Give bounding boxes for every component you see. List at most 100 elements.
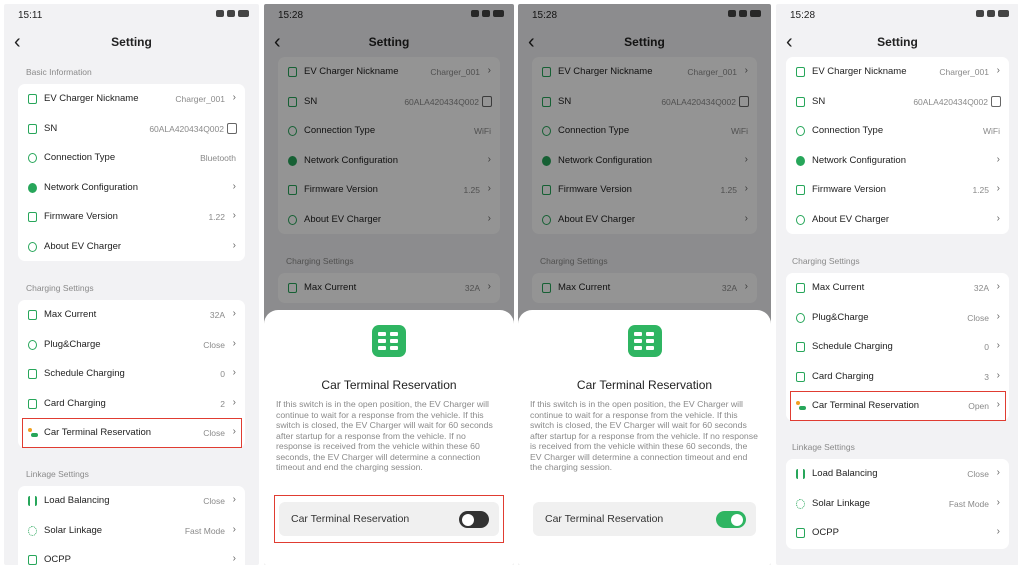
- row-max-current[interactable]: Max Current 32A ›: [786, 273, 1009, 303]
- load-balancing-icon: [796, 469, 805, 479]
- row-value: 2: [220, 398, 225, 409]
- row-schedule-charging[interactable]: Schedule Charging 0 ›: [786, 332, 1009, 362]
- row-network-configuration[interactable]: Network Configuration ›: [786, 146, 1009, 176]
- row-car-terminal-reservation[interactable]: Car Terminal Reservation Open ›: [786, 391, 1009, 421]
- chevron-right-icon: ›: [996, 340, 1000, 351]
- firmware-icon: [28, 212, 37, 222]
- row-label: Firmware Version: [812, 184, 886, 195]
- screen-reservation-dialog-on: 15:28 ‹ Setting EV Charger Nickname Charg…: [518, 4, 771, 565]
- row-value: Fast Mode: [948, 498, 989, 509]
- row-plug-charge[interactable]: Plug&Charge Close ›: [786, 303, 1009, 333]
- row-label: Connection Type: [44, 152, 116, 163]
- row-schedule-charging[interactable]: Schedule Charging 0 ›: [18, 359, 245, 389]
- chevron-right-icon: ›: [232, 494, 236, 505]
- row-label: SN: [44, 122, 58, 134]
- row-value: Close: [203, 428, 225, 438]
- status-bar: 15:28: [776, 4, 1018, 26]
- row-value: 0: [220, 369, 225, 379]
- chevron-right-icon: ›: [232, 553, 236, 564]
- reservation-toggle-row: Car Terminal Reservation: [533, 502, 756, 536]
- row-label: Card Charging: [44, 397, 106, 409]
- row-card-charging[interactable]: Card Charging 2 ›: [18, 389, 245, 419]
- chevron-right-icon: ›: [996, 153, 1000, 165]
- row-car-terminal-reservation[interactable]: Car Terminal Reservation Close ›: [18, 418, 245, 448]
- row-plug-charge[interactable]: Plug&Charge Close ›: [18, 330, 245, 360]
- chevron-right-icon: ›: [232, 239, 236, 251]
- reservation-toggle[interactable]: [716, 511, 746, 528]
- row-about-ev-charger[interactable]: About EV Charger ›: [18, 232, 245, 262]
- row-max-current[interactable]: Max Current 32A ›: [18, 300, 245, 330]
- row-label: EV Charger Nickname: [812, 66, 907, 77]
- row-value: Charger_001: [939, 67, 989, 77]
- solar-icon: [28, 525, 37, 536]
- signal-icon: [987, 10, 995, 17]
- plug-icon: [28, 339, 37, 350]
- load-balancing-icon: [28, 496, 37, 506]
- row-value: 60ALA420434Q002: [149, 123, 224, 134]
- car-icon: [796, 401, 806, 411]
- chevron-right-icon: ›: [996, 212, 1000, 224]
- row-value: WiFi: [983, 126, 1000, 136]
- section-linkage-settings: Linkage Settings: [792, 442, 855, 452]
- chevron-right-icon: ›: [232, 308, 236, 319]
- chevron-right-icon: ›: [996, 496, 1000, 508]
- section-charging-settings: Charging Settings: [792, 256, 860, 266]
- row-sn[interactable]: SN 60ALA420434Q002: [786, 87, 1009, 117]
- chevron-right-icon: ›: [232, 337, 236, 349]
- chevron-right-icon: ›: [996, 183, 1000, 194]
- row-load-balancing[interactable]: Load Balancing Close ›: [18, 486, 245, 516]
- row-ev-charger-nickname[interactable]: EV Charger Nickname Charger_001 ›: [786, 57, 1009, 87]
- copy-icon[interactable]: [991, 95, 1001, 107]
- row-firmware-version[interactable]: Firmware Version 1.22 ›: [18, 202, 245, 232]
- connection-icon: [28, 153, 37, 163]
- row-network-configuration[interactable]: Network Configuration ›: [18, 173, 245, 203]
- chevron-right-icon: ›: [232, 180, 236, 192]
- row-ev-charger-nickname[interactable]: EV Charger Nickname Charger_001 ›: [18, 84, 245, 114]
- row-value: 1.25: [972, 185, 989, 195]
- row-value: Close: [967, 469, 989, 479]
- chevron-right-icon: ›: [996, 310, 1000, 322]
- row-value: 1.22: [208, 212, 225, 222]
- row-label: Solar Linkage: [812, 497, 871, 509]
- row-label: Card Charging: [812, 370, 874, 382]
- section-basic-information: Basic Information: [26, 67, 92, 77]
- highlight-box: [274, 495, 504, 543]
- signal-icon: [227, 10, 235, 17]
- row-label: About EV Charger: [812, 213, 890, 225]
- status-time: 15:28: [790, 10, 816, 21]
- chevron-right-icon: ›: [996, 399, 1000, 410]
- row-value: Close: [203, 339, 225, 350]
- info-icon: [28, 241, 37, 252]
- ocpp-icon: [796, 528, 805, 538]
- row-label: Car Terminal Reservation: [812, 400, 920, 411]
- nickname-icon: [796, 67, 805, 77]
- status-bar: 15:11: [4, 4, 259, 26]
- row-about-ev-charger[interactable]: About EV Charger ›: [786, 205, 1009, 235]
- row-solar-linkage[interactable]: Solar Linkage Fast Mode ›: [786, 489, 1009, 519]
- row-label: Max Current: [44, 309, 97, 320]
- row-solar-linkage[interactable]: Solar Linkage Fast Mode ›: [18, 516, 245, 546]
- card-icon: [796, 371, 805, 382]
- row-card-charging[interactable]: Card Charging 3 ›: [786, 362, 1009, 392]
- row-label: Car Terminal Reservation: [44, 427, 152, 438]
- globe-icon: [796, 155, 805, 166]
- row-value: Fast Mode: [184, 525, 225, 536]
- reservation-bottom-sheet: Car Terminal Reservation If this switch …: [264, 310, 514, 565]
- row-label: Schedule Charging: [812, 341, 893, 352]
- row-label: Firmware Version: [44, 211, 118, 222]
- copy-icon[interactable]: [227, 122, 237, 134]
- row-ocpp[interactable]: OCPP ›: [18, 545, 245, 565]
- row-load-balancing[interactable]: Load Balancing Close ›: [786, 459, 1009, 489]
- row-label: OCPP: [812, 527, 839, 538]
- row-label: Solar Linkage: [44, 524, 103, 536]
- chevron-right-icon: ›: [996, 65, 1000, 76]
- row-ocpp[interactable]: OCPP ›: [786, 518, 1009, 548]
- row-label: Network Configuration: [44, 181, 138, 193]
- list-icon: [627, 325, 662, 357]
- row-firmware-version[interactable]: Firmware Version 1.25 ›: [786, 175, 1009, 205]
- row-sn[interactable]: SN 60ALA420434Q002: [18, 114, 245, 144]
- car-icon: [28, 428, 38, 438]
- alarm-icon: [976, 10, 984, 17]
- section-charging-settings: Charging Settings: [26, 283, 94, 293]
- connection-icon: [796, 126, 805, 136]
